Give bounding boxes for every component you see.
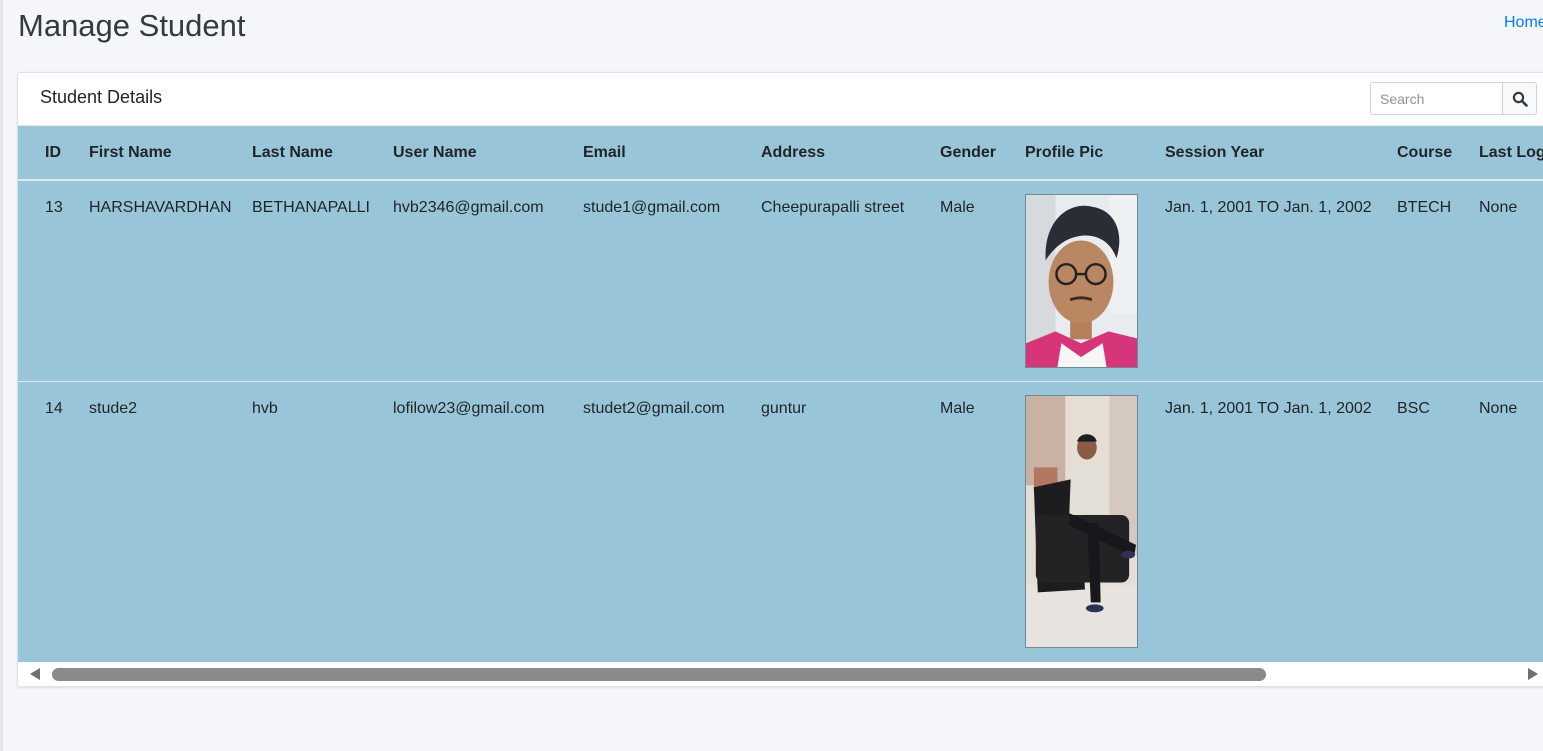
- cell-profile-pic: [1025, 180, 1165, 381]
- cell-last-login: None: [1479, 199, 1518, 216]
- search-input[interactable]: [1370, 82, 1502, 115]
- cell-user-name: lofilow23@gmail.com: [393, 399, 545, 417]
- column-header-email[interactable]: Email: [583, 126, 761, 180]
- column-header-first-name[interactable]: First Name: [89, 126, 252, 180]
- cell-gender: Male: [940, 399, 975, 417]
- scroll-left-arrow-icon[interactable]: [30, 668, 40, 680]
- cell-gender: Male: [940, 199, 975, 216]
- table-container: ID First Name Last Name User Name Email …: [18, 126, 1543, 662]
- column-header-user-name[interactable]: User Name: [393, 126, 583, 180]
- column-header-course[interactable]: Course: [1397, 126, 1479, 180]
- column-header-address[interactable]: Address: [761, 126, 940, 180]
- cell-email: studet2@gmail.com: [583, 399, 725, 417]
- card-header: Student Details: [18, 73, 1543, 126]
- profile-pic-headshot[interactable]: [1025, 194, 1138, 368]
- cell-address: Cheepurapalli street: [761, 199, 905, 216]
- page: Manage Student Home Student Details ID: [0, 0, 1543, 751]
- cell-email: stude1@gmail.com: [583, 199, 721, 216]
- card-title: Student Details: [40, 87, 163, 107]
- cell-first-name: stude2: [89, 399, 138, 417]
- search-group: [1370, 82, 1537, 115]
- table-row: 14 stude2 hvb lofilow23@gmail.com studet…: [18, 381, 1543, 661]
- cell-course: BSC: [1397, 399, 1430, 417]
- table-row: 13 HARSHAVARDHAN BETHANAPALLI hvb2346@gm…: [18, 180, 1543, 381]
- students-table: ID First Name Last Name User Name Email …: [18, 126, 1543, 661]
- page-title: Manage Student: [18, 8, 246, 43]
- cell-course: BTECH: [1397, 199, 1452, 216]
- scroll-right-arrow-icon[interactable]: [1528, 668, 1538, 680]
- cell-id: 14: [45, 399, 63, 417]
- cell-last-name: hvb: [252, 399, 278, 417]
- cell-first-name: HARSHAVARDHAN: [89, 199, 232, 216]
- column-header-profile-pic[interactable]: Profile Pic: [1025, 126, 1165, 180]
- profile-pic-seated[interactable]: [1025, 394, 1138, 648]
- column-header-last-name[interactable]: Last Name: [252, 126, 393, 180]
- column-header-last-login[interactable]: Last Log: [1479, 126, 1543, 180]
- column-header-id[interactable]: ID: [18, 126, 89, 180]
- search-icon: [1512, 91, 1528, 107]
- table-header-row: ID First Name Last Name User Name Email …: [18, 126, 1543, 180]
- cell-user-name: hvb2346@gmail.com: [393, 199, 544, 216]
- sidebar-edge: [0, 0, 3, 751]
- search-button[interactable]: [1502, 82, 1537, 115]
- cell-profile-pic: [1025, 381, 1165, 661]
- cell-session-year: Jan. 1, 2001 TO Jan. 1, 2002: [1165, 399, 1372, 417]
- horizontal-scrollbar[interactable]: [18, 662, 1543, 686]
- column-header-session-year[interactable]: Session Year: [1165, 126, 1397, 180]
- scrollbar-thumb[interactable]: [52, 668, 1266, 681]
- cell-last-name: BETHANAPALLI: [252, 199, 370, 216]
- cell-last-login: None: [1479, 399, 1518, 417]
- cell-id: 13: [45, 199, 63, 216]
- cell-address: guntur: [761, 399, 807, 417]
- student-details-card: Student Details ID First Name Last Na: [17, 72, 1543, 687]
- cell-session-year: Jan. 1, 2001 TO Jan. 1, 2002: [1165, 199, 1372, 216]
- breadcrumb-home-link[interactable]: Home: [1504, 14, 1543, 32]
- column-header-gender[interactable]: Gender: [940, 126, 1025, 180]
